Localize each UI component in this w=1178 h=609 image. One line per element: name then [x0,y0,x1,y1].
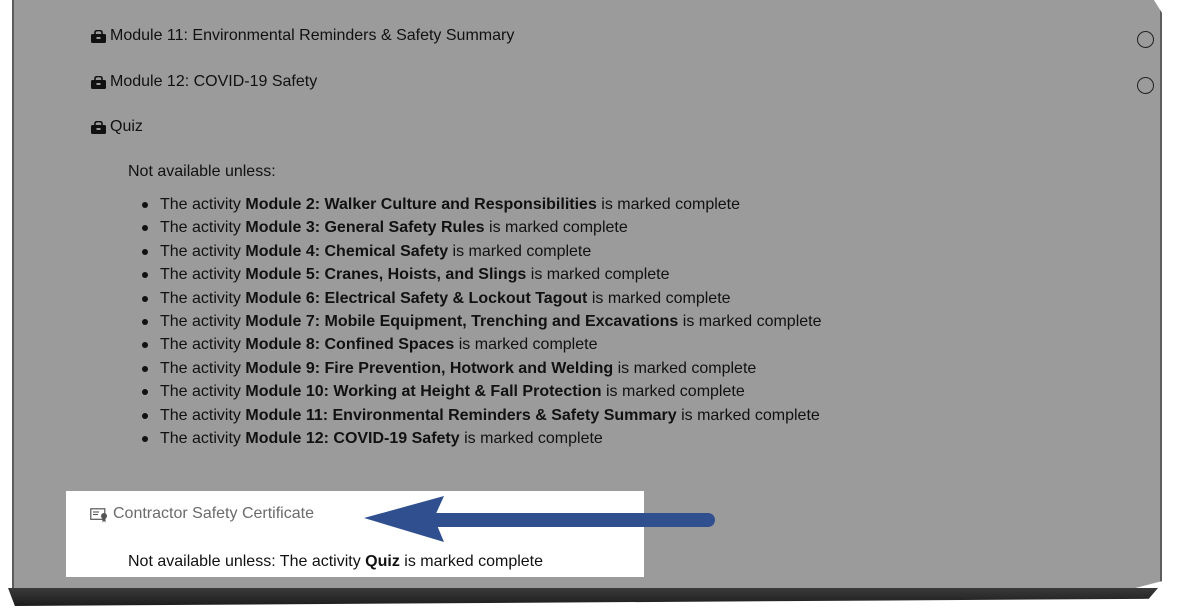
restriction-condition: The activity Module 4: Chemical Safety i… [142,240,822,263]
condition-activity: Module 4: Chemical Safety [245,242,449,260]
condition-activity: Module 11: Environmental Reminders & Saf… [245,406,677,424]
activity-label: Quiz [110,118,143,135]
condition-activity: Module 10: Working at Height & Fall Prot… [245,383,602,401]
callout-arrow [364,496,715,542]
condition-activity: Module 7: Mobile Equipment, Trenching an… [245,312,679,330]
lock-icon [90,120,107,134]
activity-module-12[interactable]: Module 12: COVID-19 Safety [90,73,317,91]
restriction-condition: The activity Module 5: Cranes, Hoists, a… [142,263,822,286]
condition-activity: Module 8: Confined Spaces [245,336,455,354]
condition-activity: Module 12: COVID-19 Safety [245,429,460,447]
restriction-condition: The activity Module 2: Walker Culture an… [142,193,822,216]
restriction-condition: The activity Module 3: General Safety Ru… [142,216,822,239]
condition-activity: Quiz [365,553,400,570]
restriction-condition: The activity Module 6: Electrical Safety… [142,287,822,310]
certificate-icon [90,507,110,522]
activity-certificate[interactable]: Contractor Safety Certificate [90,505,314,523]
completion-checkbox-module-12[interactable] [1137,77,1154,94]
certificate-restriction: Not available unless: The activity Quiz … [128,553,544,570]
restriction-condition: The activity Module 12: COVID-19 Safety … [142,427,822,450]
condition-activity: Module 2: Walker Culture and Responsibil… [245,196,597,213]
condition-activity: Module 6: Electrical Safety & Lockout Ta… [245,289,588,307]
panel-bottom-edge [8,588,1158,606]
condition-activity: Module 3: General Safety Rules [245,219,485,237]
restriction-condition: The activity Module 10: Working at Heigh… [142,380,822,403]
activity-quiz[interactable]: Quiz [90,118,143,136]
restriction-heading: Not available unless: [128,163,276,180]
restriction-condition: The activity Module 9: Fire Prevention, … [142,357,822,380]
certificate-label: Contractor Safety Certificate [113,505,314,522]
lock-icon [90,75,107,89]
restriction-condition: The activity Module 7: Mobile Equipment,… [142,310,822,333]
restriction-condition: The activity Module 11: Environmental Re… [142,404,822,427]
lock-icon [90,29,107,43]
condition-activity: Module 5: Cranes, Hoists, and Slings [245,266,527,284]
activity-label: Module 11: Environmental Reminders & Saf… [110,27,515,44]
restriction-condition: The activity Module 8: Confined Spaces i… [142,333,822,356]
activity-module-11[interactable]: Module 11: Environmental Reminders & Saf… [90,27,514,45]
restriction-conditions-list: The activity Module 2: Walker Culture an… [128,193,822,450]
condition-activity: Module 9: Fire Prevention, Hotwork and W… [245,359,614,377]
activity-label: Module 12: COVID-19 Safety [110,73,318,90]
completion-checkbox-module-11[interactable] [1137,31,1154,48]
